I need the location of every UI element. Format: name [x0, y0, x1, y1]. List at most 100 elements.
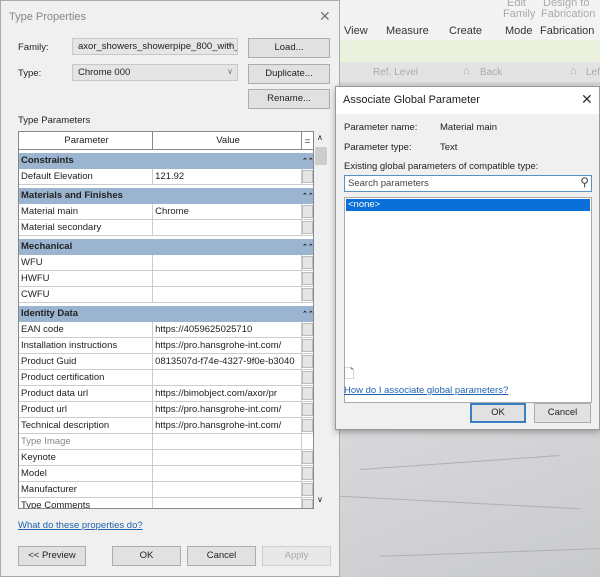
- associate-parameter-button[interactable]: [302, 499, 313, 508]
- ribbon-mode[interactable]: Mode: [505, 25, 533, 37]
- associate-parameter-button[interactable]: [302, 387, 313, 400]
- list-item[interactable]: <none>: [346, 199, 590, 211]
- help-link[interactable]: How do I associate global parameters?: [344, 385, 508, 396]
- rename-button[interactable]: Rename...: [248, 89, 330, 109]
- collapse-icon[interactable]: ⌃⌃: [302, 307, 313, 321]
- parameter-value[interactable]: https://pro.hansgrohe-int.com/: [153, 338, 303, 353]
- type-dropdown[interactable]: Chrome 000 ∨: [72, 64, 238, 81]
- associate-parameter-button[interactable]: [302, 403, 313, 416]
- table-row[interactable]: Product Guid 0813507d-f74e-4327-9f0e-b304…: [19, 354, 313, 370]
- left-view[interactable]: Left: [586, 67, 600, 78]
- ribbon-measure[interactable]: Measure: [386, 25, 429, 37]
- table-row[interactable]: Manufacturer: [19, 482, 313, 498]
- table-row[interactable]: EAN code https://4059625025710: [19, 322, 313, 338]
- ribbon-family[interactable]: Family: [503, 8, 535, 20]
- parameter-value[interactable]: [153, 498, 303, 508]
- associate-parameter-button[interactable]: [302, 371, 313, 384]
- table-row[interactable]: Material secondary: [19, 220, 313, 236]
- parameter-value[interactable]: Chrome: [153, 204, 303, 219]
- table-row[interactable]: Installation instructions https://pro.han…: [19, 338, 313, 354]
- type-value: Chrome 000: [78, 67, 131, 78]
- ribbon-fabrication[interactable]: Fabrication: [540, 25, 594, 37]
- parameter-value[interactable]: https://bimobject.com/axor/pr: [153, 386, 303, 401]
- parameter-value[interactable]: 0813507d-f74e-4327-9f0e-b3040: [153, 354, 303, 369]
- ribbon-fabrication-dim[interactable]: Fabrication: [541, 8, 595, 20]
- associate-parameter-button[interactable]: [302, 170, 313, 183]
- parameter-value[interactable]: [153, 482, 303, 497]
- associate-parameter-button[interactable]: [302, 483, 313, 496]
- associate-parameter-button[interactable]: [302, 256, 313, 269]
- ok-button[interactable]: OK: [470, 403, 526, 423]
- parameter-value[interactable]: https://pro.hansgrohe-int.com/: [153, 418, 303, 433]
- column-parameter[interactable]: Parameter: [19, 132, 154, 149]
- parameter-value[interactable]: https://pro.hansgrohe-int.com/: [153, 402, 303, 417]
- table-row[interactable]: WFU: [19, 255, 313, 271]
- parameter-value[interactable]: [153, 434, 303, 449]
- cancel-button[interactable]: Cancel: [534, 403, 591, 423]
- collapse-icon[interactable]: ⌃⌃: [302, 189, 313, 203]
- table-row[interactable]: Default Elevation 121.92: [19, 169, 313, 185]
- parameter-value[interactable]: [153, 271, 303, 286]
- column-associate[interactable]: =: [302, 133, 313, 148]
- search-input[interactable]: Search parameters ⚲: [344, 175, 592, 192]
- associate-parameter-button[interactable]: [302, 419, 313, 432]
- table-row[interactable]: Material main Chrome: [19, 204, 313, 220]
- parameter-value[interactable]: [153, 255, 303, 270]
- ref-level[interactable]: Ref. Level: [373, 67, 418, 78]
- scroll-up-icon[interactable]: ∧: [317, 133, 323, 142]
- associate-parameter-button[interactable]: [302, 272, 313, 285]
- ribbon-view[interactable]: View: [344, 25, 368, 37]
- parameter-value[interactable]: 121.92: [153, 169, 303, 184]
- group-header[interactable]: Constraints ⌃⌃: [19, 153, 313, 169]
- table-row[interactable]: Type Image: [19, 434, 313, 450]
- associate-parameter-button[interactable]: [302, 355, 313, 368]
- associate-parameter-button[interactable]: [302, 435, 313, 448]
- associate-parameter-button[interactable]: [302, 288, 313, 301]
- associate-parameter-button[interactable]: [302, 451, 313, 464]
- ok-button[interactable]: OK: [112, 546, 181, 566]
- group-header[interactable]: Identity Data ⌃⌃: [19, 306, 313, 322]
- close-icon[interactable]: ✕: [581, 91, 593, 108]
- group-header[interactable]: Mechanical ⌃⌃: [19, 239, 313, 255]
- table-row[interactable]: Keynote: [19, 450, 313, 466]
- parameter-value[interactable]: [153, 450, 303, 465]
- column-value[interactable]: Value: [153, 132, 303, 149]
- parameter-value[interactable]: [153, 220, 303, 235]
- table-row[interactable]: Product data url https://bimobject.com/ax…: [19, 386, 313, 402]
- table-row[interactable]: Model: [19, 466, 313, 482]
- new-parameter-icon[interactable]: 🗋: [344, 365, 354, 387]
- associate-parameter-button[interactable]: [302, 205, 313, 218]
- collapse-icon[interactable]: ⌃⌃: [302, 240, 313, 254]
- scroll-thumb[interactable]: [315, 147, 327, 165]
- table-row[interactable]: Product url https://pro.hansgrohe-int.com…: [19, 402, 313, 418]
- parameter-value[interactable]: [153, 287, 303, 302]
- associate-parameter-button[interactable]: [302, 467, 313, 480]
- collapse-icon[interactable]: ⌃⌃: [302, 154, 313, 168]
- parameter-value[interactable]: [153, 370, 303, 385]
- associate-parameter-button[interactable]: [302, 339, 313, 352]
- table-row[interactable]: Type Comments: [19, 498, 313, 508]
- apply-button[interactable]: Apply: [262, 546, 331, 566]
- parameter-value[interactable]: https://4059625025710: [153, 322, 303, 337]
- cancel-button[interactable]: Cancel: [187, 546, 256, 566]
- load-button[interactable]: Load...: [248, 38, 330, 58]
- duplicate-button[interactable]: Duplicate...: [248, 64, 330, 84]
- preview-button[interactable]: << Preview: [18, 546, 86, 566]
- table-row[interactable]: CWFU: [19, 287, 313, 303]
- grid-scrollbar[interactable]: ∧ ∨: [314, 131, 328, 509]
- back-view[interactable]: Back: [480, 67, 502, 78]
- group-header[interactable]: Materials and Finishes ⌃⌃: [19, 188, 313, 204]
- table-row[interactable]: HWFU: [19, 271, 313, 287]
- help-link[interactable]: What do these properties do?: [18, 520, 143, 531]
- search-icon[interactable]: ⚲: [580, 175, 589, 189]
- global-parameter-list[interactable]: <none>: [344, 197, 592, 403]
- parameter-value[interactable]: [153, 466, 303, 481]
- table-row[interactable]: Technical description https://pro.hansgro…: [19, 418, 313, 434]
- associate-parameter-button[interactable]: [302, 323, 313, 336]
- ribbon-create[interactable]: Create: [449, 25, 482, 37]
- close-icon[interactable]: ✕: [319, 8, 331, 25]
- scroll-down-icon[interactable]: ∨: [317, 495, 323, 504]
- family-dropdown[interactable]: axor_showers_showerpipe_800_with_t ∨: [72, 38, 238, 55]
- table-row[interactable]: Product certification: [19, 370, 313, 386]
- associate-parameter-button[interactable]: [302, 221, 313, 234]
